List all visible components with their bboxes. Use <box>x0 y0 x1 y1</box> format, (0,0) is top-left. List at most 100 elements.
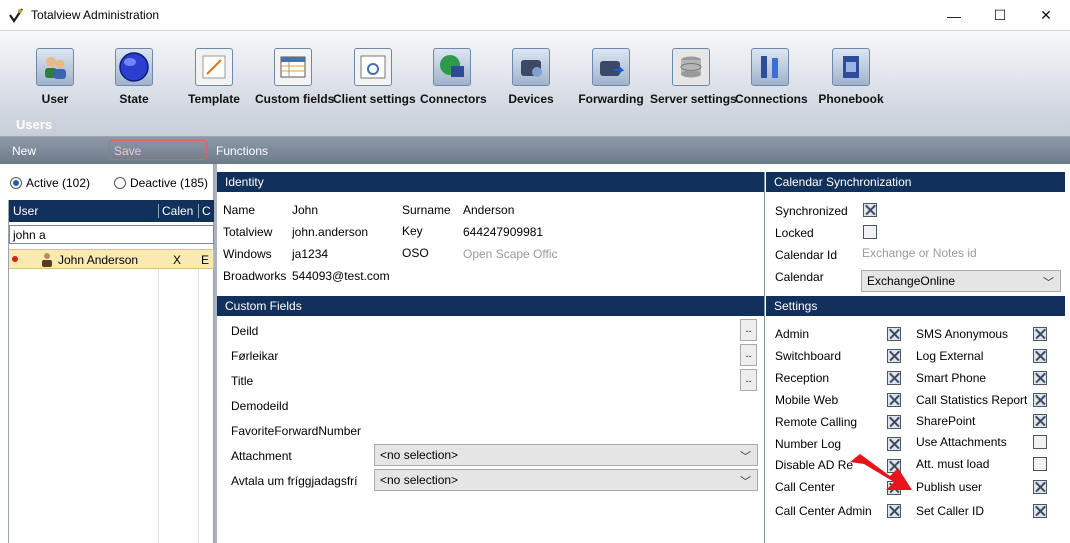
admin-checkbox[interactable] <box>887 327 901 341</box>
broadworks-label: Broadworks <box>223 269 287 283</box>
use-attachments-label: Use Attachments <box>916 435 1007 449</box>
ribbon-state-label: State <box>119 92 149 106</box>
totalview-label: Totalview <box>223 225 273 239</box>
use-attachments-checkbox[interactable] <box>1033 435 1047 449</box>
synchronized-checkbox[interactable] <box>863 203 877 217</box>
deild-label: Deild <box>231 324 259 338</box>
functions-button[interactable]: Functions <box>216 144 268 158</box>
identity-header: Identity <box>217 172 764 192</box>
smart-phone-label: Smart Phone <box>916 371 987 385</box>
reception-checkbox[interactable] <box>887 371 901 385</box>
mobile-web-checkbox[interactable] <box>887 393 901 407</box>
row-calendar: X <box>173 253 182 267</box>
window-title: Totalview Administration <box>31 8 160 22</box>
maximize-button[interactable]: ☐ <box>977 0 1023 31</box>
chevron-down-icon: ﹀ <box>740 451 751 463</box>
ribbon-connectors-button[interactable]: Connectors <box>420 45 487 125</box>
custom-fields-header: Custom Fields <box>217 296 764 316</box>
template-icon <box>195 48 233 86</box>
publish-user-checkbox[interactable] <box>1033 480 1047 494</box>
red-arrow-icon <box>850 454 912 490</box>
ribbon-template-button[interactable]: Template <box>185 45 243 125</box>
call-center-label: Call Center <box>775 480 836 494</box>
ribbon-connections-button[interactable]: Connections <box>735 45 808 125</box>
grid-column-line <box>158 269 159 543</box>
publish-user-label: Publish user <box>916 480 983 494</box>
new-button[interactable]: New <box>12 144 36 158</box>
key-value[interactable]: 644247909981 <box>463 225 543 239</box>
users-icon <box>36 48 74 86</box>
name-value[interactable]: John <box>292 203 318 217</box>
minimize-button[interactable]: — <box>931 0 977 31</box>
ribbon-user-button[interactable]: User <box>26 45 84 125</box>
windows-value[interactable]: ja1234 <box>292 247 328 261</box>
ribbon-devices-label: Devices <box>508 92 554 106</box>
avtala-select[interactable]: <no selection> ﹀ <box>374 469 758 491</box>
user-filter-input[interactable]: john a <box>9 225 214 244</box>
calendar-id-input[interactable]: Exchange or Notes id <box>862 246 977 260</box>
calendar-select[interactable]: ExchangeOnline ﹀ <box>861 270 1061 292</box>
number-log-checkbox[interactable] <box>887 437 901 451</box>
name-label: Name <box>223 203 256 217</box>
ribbon-phonebook-label: Phonebook <box>818 92 884 106</box>
sms-anonymous-checkbox[interactable] <box>1033 327 1047 341</box>
col-divider <box>158 204 159 218</box>
close-button[interactable]: ✕ <box>1023 0 1069 31</box>
ribbon-state-button[interactable]: State <box>106 45 162 125</box>
calendar-label: Calendar <box>775 270 824 284</box>
ribbon-custom-fields-button[interactable]: Custom fields <box>255 45 334 125</box>
forleikar-browse-button[interactable]: .. <box>740 344 757 366</box>
disable-ad-label: Disable AD Re <box>775 458 854 472</box>
grid-column-line <box>198 269 199 543</box>
forleikar-label: Førleikar <box>231 349 279 363</box>
key-label: Key <box>402 224 423 238</box>
deild-browse-button[interactable]: .. <box>740 319 757 341</box>
smart-phone-checkbox[interactable] <box>1033 371 1047 385</box>
oso-field[interactable]: Open Scape Offic <box>463 247 558 261</box>
call-statistics-checkbox[interactable] <box>1033 393 1047 407</box>
col-calendar[interactable]: Calen <box>162 204 198 218</box>
locked-label: Locked <box>775 226 814 240</box>
call-center-admin-checkbox[interactable] <box>887 504 901 518</box>
switchboard-checkbox[interactable] <box>887 349 901 363</box>
ribbon-forwarding-button[interactable]: Forwarding <box>578 45 644 125</box>
ribbon-phonebook-button[interactable]: Phonebook <box>818 45 884 125</box>
col-user[interactable]: User <box>13 204 38 218</box>
remote-calling-checkbox[interactable] <box>887 415 901 429</box>
ribbon-client-settings-button[interactable]: Client settings <box>333 45 416 125</box>
ribbon-client-settings-label: Client settings <box>333 92 416 106</box>
log-external-checkbox[interactable] <box>1033 349 1047 363</box>
attachment-select[interactable]: <no selection> ﹀ <box>374 444 758 466</box>
ribbon-server-settings-label: Server settings <box>650 92 737 106</box>
save-button[interactable]: Save <box>114 144 141 158</box>
calendar-select-value: ExchangeOnline <box>867 274 956 288</box>
totalview-value[interactable]: john.anderson <box>292 225 368 239</box>
connectors-icon <box>433 48 471 86</box>
favorite-forward-label: FavoriteForwardNumber <box>231 424 362 438</box>
surname-value[interactable]: Anderson <box>463 203 514 217</box>
att-must-load-checkbox[interactable] <box>1033 457 1047 471</box>
col-c[interactable]: C <box>202 204 211 218</box>
server-settings-icon <box>672 48 710 86</box>
status-dot-icon <box>12 256 18 262</box>
active-label: Active (102) <box>26 176 91 190</box>
ribbon-devices-button[interactable]: Devices <box>505 45 557 125</box>
call-center-admin-label: Call Center Admin <box>775 504 872 518</box>
windows-label: Windows <box>223 247 272 261</box>
set-caller-id-checkbox[interactable] <box>1033 504 1047 518</box>
title-browse-button[interactable]: .. <box>740 369 757 391</box>
deactive-radio[interactable]: Deactive (185) <box>114 176 208 190</box>
sharepoint-checkbox[interactable] <box>1033 414 1047 428</box>
active-radio[interactable]: Active (102) <box>10 176 90 190</box>
custom-fields-icon <box>274 48 312 86</box>
devices-icon <box>512 48 550 86</box>
table-row[interactable]: John Anderson X E <box>8 249 214 269</box>
settings-header: Settings <box>766 296 1065 316</box>
mobile-web-label: Mobile Web <box>775 393 839 407</box>
chevron-down-icon: ﹀ <box>1043 277 1054 289</box>
grid-border <box>8 200 9 543</box>
broadworks-value[interactable]: 544093@test.com <box>292 269 390 283</box>
locked-checkbox[interactable] <box>863 225 877 239</box>
splitter[interactable] <box>214 164 217 543</box>
ribbon-server-settings-button[interactable]: Server settings <box>650 45 737 125</box>
